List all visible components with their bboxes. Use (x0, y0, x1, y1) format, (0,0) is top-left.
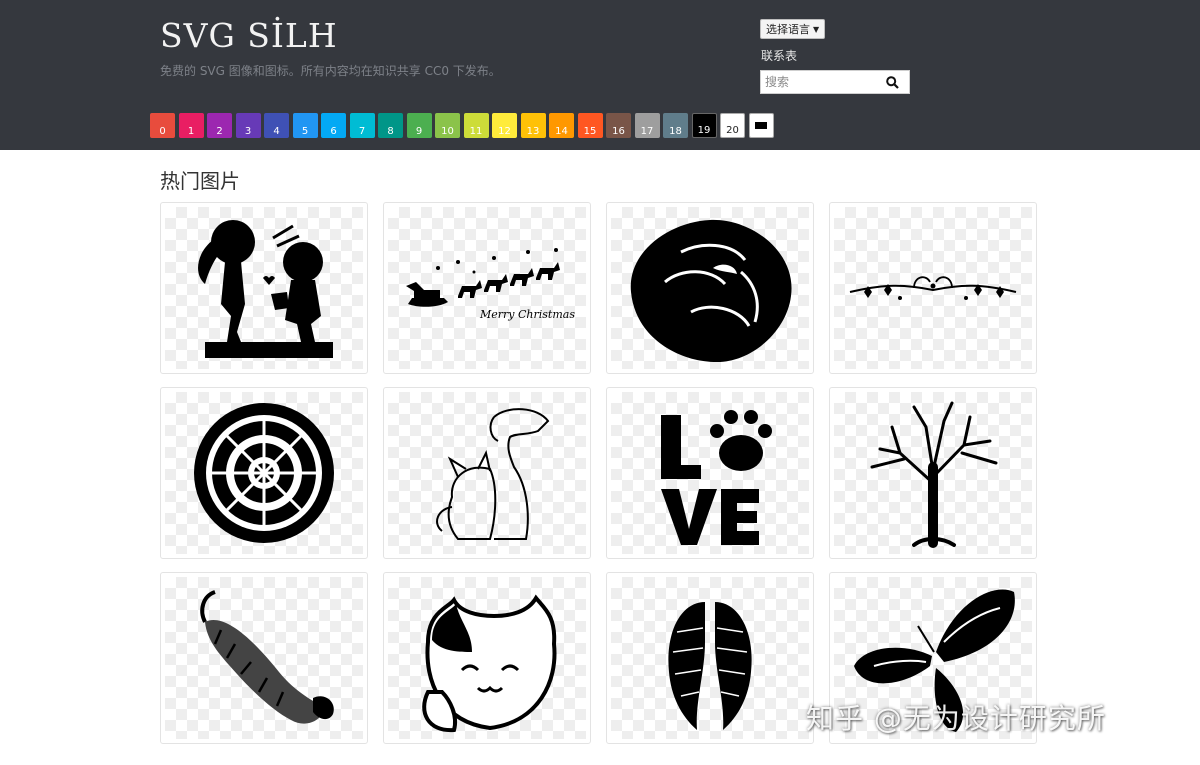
search-form (760, 70, 910, 94)
contact-link[interactable]: 联系表 (761, 47, 797, 64)
color-swatch-8[interactable]: 8 (378, 113, 403, 138)
color-swatch-15[interactable]: 15 (577, 113, 603, 138)
color-swatch-10[interactable]: 10 (435, 113, 460, 138)
color-swatch-11[interactable]: 11 (463, 113, 489, 138)
section-title: 热门图片 (160, 169, 240, 193)
background-toggle-button[interactable] (748, 113, 774, 138)
image-caption: Merry Christmas (479, 308, 575, 321)
couple-silhouette-icon (198, 220, 333, 358)
lucky-cat-icon (422, 594, 557, 733)
watermark: 知乎 @无为设计研究所 (806, 702, 1106, 735)
color-swatch-19[interactable]: 19 (691, 113, 717, 138)
image-card[interactable] (829, 387, 1037, 559)
color-swatch-5[interactable]: 5 (292, 113, 318, 138)
image-card[interactable] (606, 572, 814, 744)
flourish-divider-icon (849, 276, 1017, 300)
image-card[interactable]: Merry Christmas (383, 202, 591, 374)
color-swatch-0[interactable]: 0 (150, 113, 175, 138)
color-swatch-18[interactable]: 18 (663, 113, 688, 138)
site-logo[interactable]: SVG SİLH (160, 16, 338, 55)
color-swatch-4[interactable]: 4 (264, 113, 289, 138)
chevron-down-icon: ▼ (813, 24, 820, 34)
color-swatch-9[interactable]: 9 (406, 113, 432, 138)
search-icon[interactable] (877, 71, 907, 93)
color-swatch-12[interactable]: 12 (492, 113, 517, 138)
color-swatch-17[interactable]: 17 (634, 113, 660, 138)
color-swatch-7[interactable]: 7 (349, 113, 375, 138)
love-paw-icon (661, 410, 772, 545)
color-swatch-2[interactable]: 2 (207, 113, 232, 138)
image-card[interactable] (606, 387, 814, 559)
search-input[interactable] (761, 71, 877, 93)
site-tagline: 免费的 SVG 图像和图标。所有内容均在知识共享 CC0 下发布。 (160, 64, 501, 78)
image-card[interactable] (160, 572, 368, 744)
image-card[interactable] (606, 202, 814, 374)
angel-wings-icon (668, 602, 752, 730)
color-swatch-bar: 0 1 2 3 4 5 6 7 8 9 10 11 12 13 14 15 16 17 18 19 20 (150, 113, 774, 138)
color-swatch-13[interactable]: 13 (520, 113, 546, 138)
language-button-label: 选择语言 (766, 23, 810, 36)
image-card[interactable] (383, 387, 591, 559)
image-card[interactable] (160, 202, 368, 374)
rose-icon (630, 219, 792, 362)
santa-sleigh-icon: Merry Christmas (406, 248, 575, 321)
image-card[interactable] (383, 572, 591, 744)
dog-cat-outline-icon (436, 408, 550, 540)
language-select-button[interactable]: 选择语言 ▼ (760, 19, 826, 39)
mandala-icon (194, 403, 334, 543)
image-card[interactable] (160, 387, 368, 559)
black-square-icon (755, 121, 767, 129)
color-swatch-3[interactable]: 3 (235, 113, 261, 138)
color-swatch-16[interactable]: 16 (606, 113, 631, 138)
tree-icon (870, 401, 998, 548)
tiger-icon (200, 590, 334, 724)
color-swatch-20[interactable]: 20 (720, 113, 745, 138)
color-swatch-14[interactable]: 14 (549, 113, 574, 138)
color-swatch-1[interactable]: 1 (178, 113, 204, 138)
site-header: SVG SİLH 免费的 SVG 图像和图标。所有内容均在知识共享 CC0 下发… (0, 0, 1200, 150)
color-swatch-6[interactable]: 6 (321, 113, 346, 138)
image-card[interactable] (829, 202, 1037, 374)
